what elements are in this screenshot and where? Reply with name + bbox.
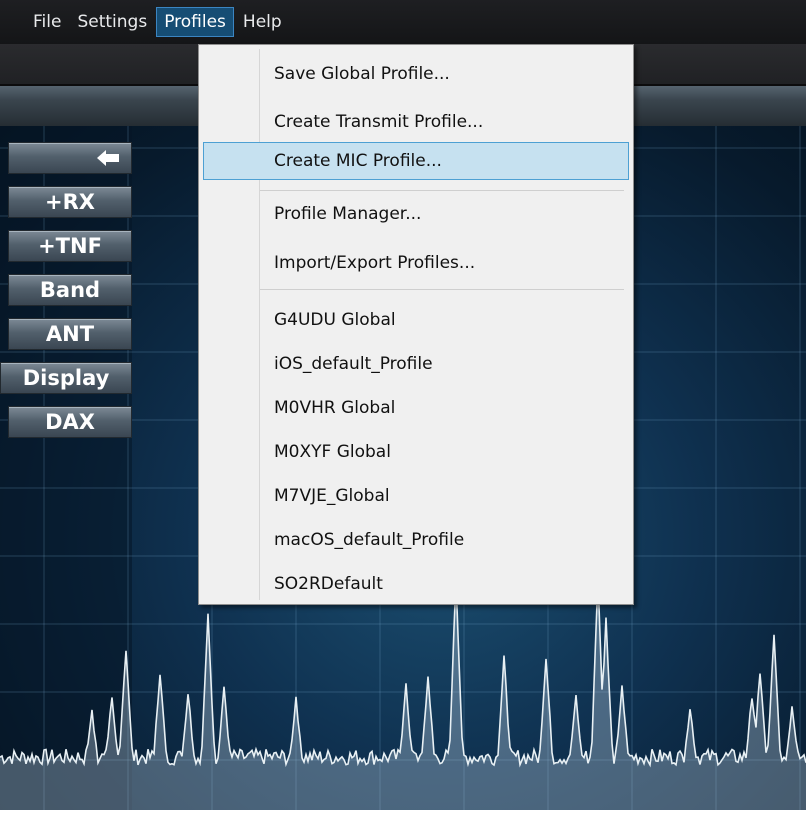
menu-help[interactable]: Help: [236, 7, 289, 37]
ant-button[interactable]: ANT: [8, 318, 132, 350]
menu-item-import-export-profiles[interactable]: Import/Export Profiles...: [203, 244, 629, 282]
menu-item-profile[interactable]: macOS_default_Profile: [203, 521, 629, 559]
menu-item-save-global-profile[interactable]: Save Global Profile...: [203, 55, 629, 93]
menu-item-profile[interactable]: M7VJE_Global: [203, 477, 629, 515]
menu-profiles[interactable]: Profiles: [156, 7, 234, 37]
display-button[interactable]: Display: [0, 362, 132, 394]
add-rx-button[interactable]: +RX: [8, 186, 132, 218]
menu-item-profile[interactable]: G4UDU Global: [203, 301, 629, 339]
menu-item-create-mic-profile[interactable]: Create MIC Profile...: [203, 142, 629, 180]
band-button[interactable]: Band: [8, 274, 132, 306]
menu-separator: [260, 289, 624, 290]
back-button[interactable]: [8, 142, 132, 174]
add-tnf-button[interactable]: +TNF: [8, 230, 132, 262]
menu-settings[interactable]: Settings: [70, 7, 154, 37]
app-window: File Settings Profiles Help +RX +TNF Ban…: [0, 0, 806, 810]
menu-item-create-transmit-profile[interactable]: Create Transmit Profile...: [203, 103, 629, 141]
profiles-menu: Save Global Profile... Create Transmit P…: [198, 44, 634, 605]
menu-separator: [260, 190, 624, 191]
menu-item-profile[interactable]: iOS_default_Profile: [203, 345, 629, 383]
menu-file[interactable]: File: [26, 7, 68, 37]
dax-button[interactable]: DAX: [8, 406, 132, 438]
menu-item-profile-manager[interactable]: Profile Manager...: [203, 195, 629, 233]
menu-item-profile[interactable]: M0VHR Global: [203, 389, 629, 427]
menu-bar: File Settings Profiles Help: [0, 0, 806, 44]
left-arrow-icon: [97, 150, 119, 166]
menu-item-profile[interactable]: M0XYF Global: [203, 433, 629, 471]
menu-item-profile[interactable]: SO2RDefault: [203, 565, 629, 603]
